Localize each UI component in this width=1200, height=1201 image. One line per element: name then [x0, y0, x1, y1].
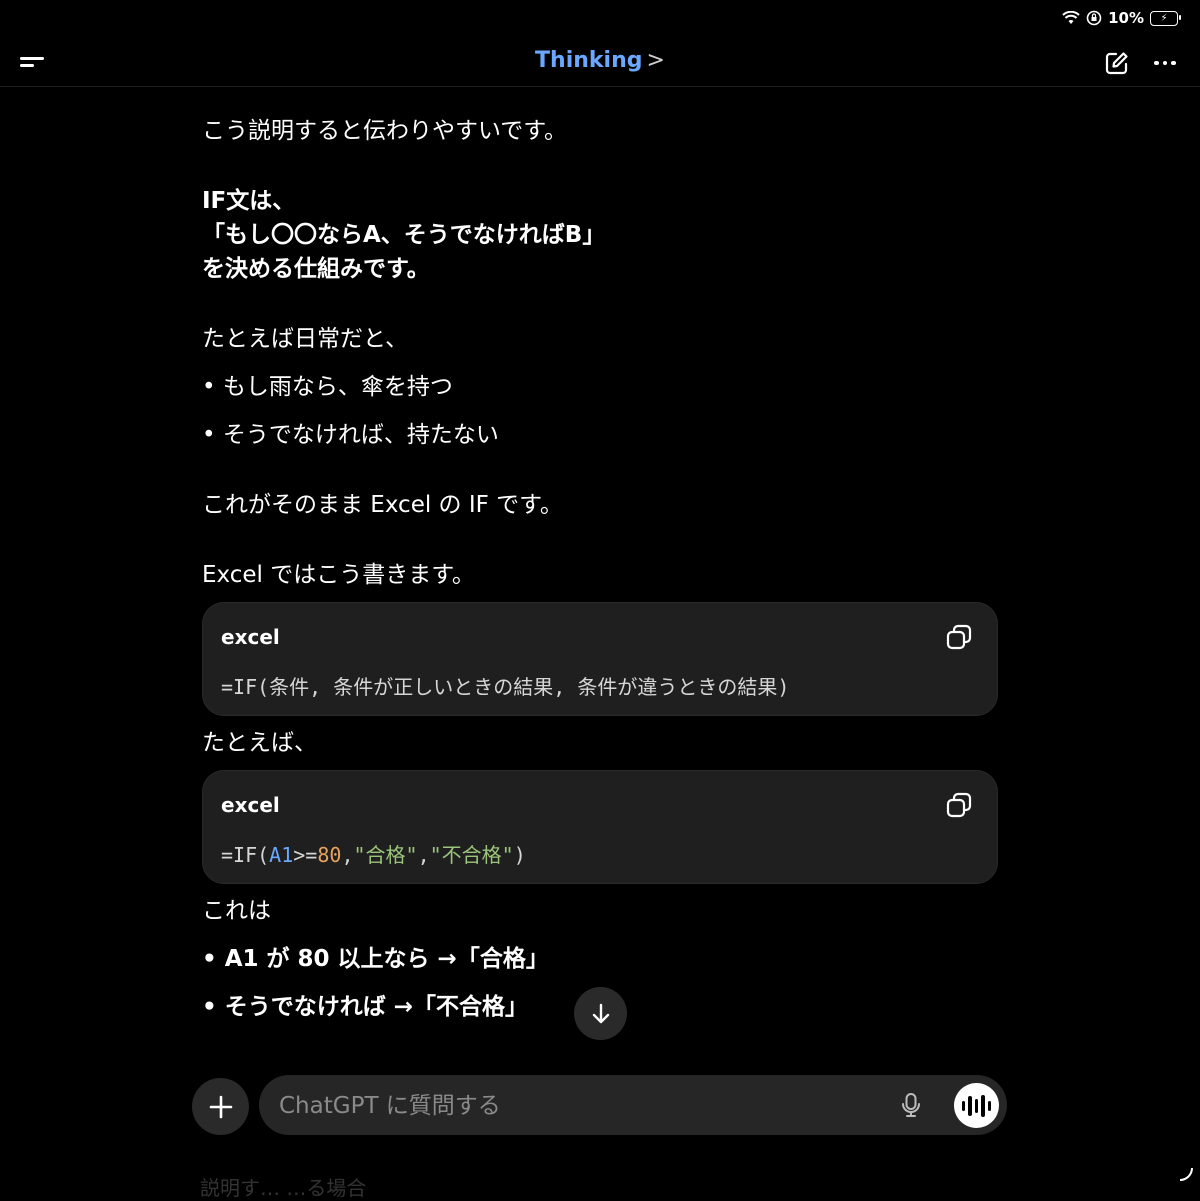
faded-background-text: 説明す… …る場合 [200, 1176, 367, 1200]
dot-icon [1171, 60, 1176, 66]
intro-text: こう説明すると伝わりやすいです。 [202, 118, 568, 144]
model-name: Thinking [535, 48, 643, 73]
waveform-bar-icon [987, 1100, 992, 1111]
message-input[interactable] [277, 1075, 881, 1137]
code-content: =IF(条件, 条件が正しいときの結果, 条件が違うときの結果) [221, 675, 790, 699]
code-token: "合格" [353, 843, 418, 867]
code-token: , [417, 843, 430, 867]
list-item-text: そうでなければ、持たない [222, 422, 499, 448]
microphone-icon[interactable] [897, 1091, 925, 1119]
excel-note: これがそのまま Excel の IF です。 [202, 492, 563, 518]
definition-line: 「もし〇〇ならA、そうでなければB」 [202, 222, 606, 248]
code-token: >= [293, 843, 318, 867]
code-language-label: excel [221, 625, 280, 649]
dot-icon [1154, 60, 1159, 66]
code-block: excel =IF(A1>=80,"合格","不合格") [202, 770, 998, 884]
list-item: • そうでなければ、持たない [202, 422, 499, 448]
copy-icon[interactable] [945, 623, 973, 651]
waveform-bar-icon [981, 1094, 985, 1117]
battery-percent: 10% [1108, 9, 1144, 27]
status-bar: 10% ⚡ [1062, 6, 1181, 30]
resize-handle-icon [1179, 1167, 1193, 1181]
attach-button[interactable] [192, 1078, 249, 1135]
code-token: ) [513, 843, 526, 867]
excel-intro: Excel ではこう書きます。 [202, 562, 475, 588]
code-token: A1 [269, 843, 294, 867]
code-token: 80 [317, 843, 342, 867]
waveform-bar-icon [974, 1098, 979, 1113]
list-item: • もし雨なら、傘を持つ [202, 374, 453, 400]
message-composer [259, 1075, 1007, 1137]
code-token: , [341, 843, 354, 867]
scroll-to-bottom-button[interactable] [574, 987, 627, 1040]
definition-line: を決める仕組みです。 [202, 256, 430, 282]
explain-label: これは [202, 898, 271, 924]
arrow-down-icon [592, 1003, 609, 1023]
list-item: • A1 が 80 以上なら →「合格」 [202, 946, 549, 972]
list-item-text: もし雨なら、傘を持つ [222, 374, 453, 400]
example-label: たとえば、 [202, 730, 317, 756]
plus-icon [209, 1095, 232, 1118]
code-language-label: excel [221, 793, 280, 817]
model-selector[interactable]: Thinking > [0, 48, 1200, 73]
voice-mode-button[interactable] [954, 1083, 999, 1128]
battery-charging-icon: ⚡ [1150, 10, 1181, 26]
assistant-message: こう説明すると伝わりやすいです。 IF文は、 「もし〇〇ならA、そうでなければB… [202, 114, 1002, 1024]
wifi-icon [1062, 11, 1080, 24]
list-item-text: そうでなければ →「不合格」 [224, 994, 528, 1020]
new-chat-icon[interactable] [1104, 50, 1130, 76]
more-options-button[interactable] [1150, 50, 1180, 76]
code-token: =IF( [221, 843, 270, 867]
waveform-bar-icon [961, 1100, 966, 1111]
code-token: "不合格" [429, 843, 514, 867]
top-bar: Thinking > [0, 40, 1200, 87]
list-item-text: A1 が 80 以上なら →「合格」 [224, 946, 549, 972]
dot-icon [1162, 60, 1168, 66]
code-block: excel =IF(条件, 条件が正しいときの結果, 条件が違うときの結果) [202, 602, 998, 716]
definition-line: IF文は、 [202, 188, 296, 214]
example-intro: たとえば日常だと、 [202, 326, 409, 352]
orientation-lock-icon [1086, 10, 1102, 26]
chevron-right-icon: > [646, 48, 665, 73]
waveform-bar-icon [968, 1095, 972, 1116]
code-content: =IF(A1>=80,"合格","不合格") [221, 839, 526, 868]
copy-icon[interactable] [945, 791, 973, 819]
